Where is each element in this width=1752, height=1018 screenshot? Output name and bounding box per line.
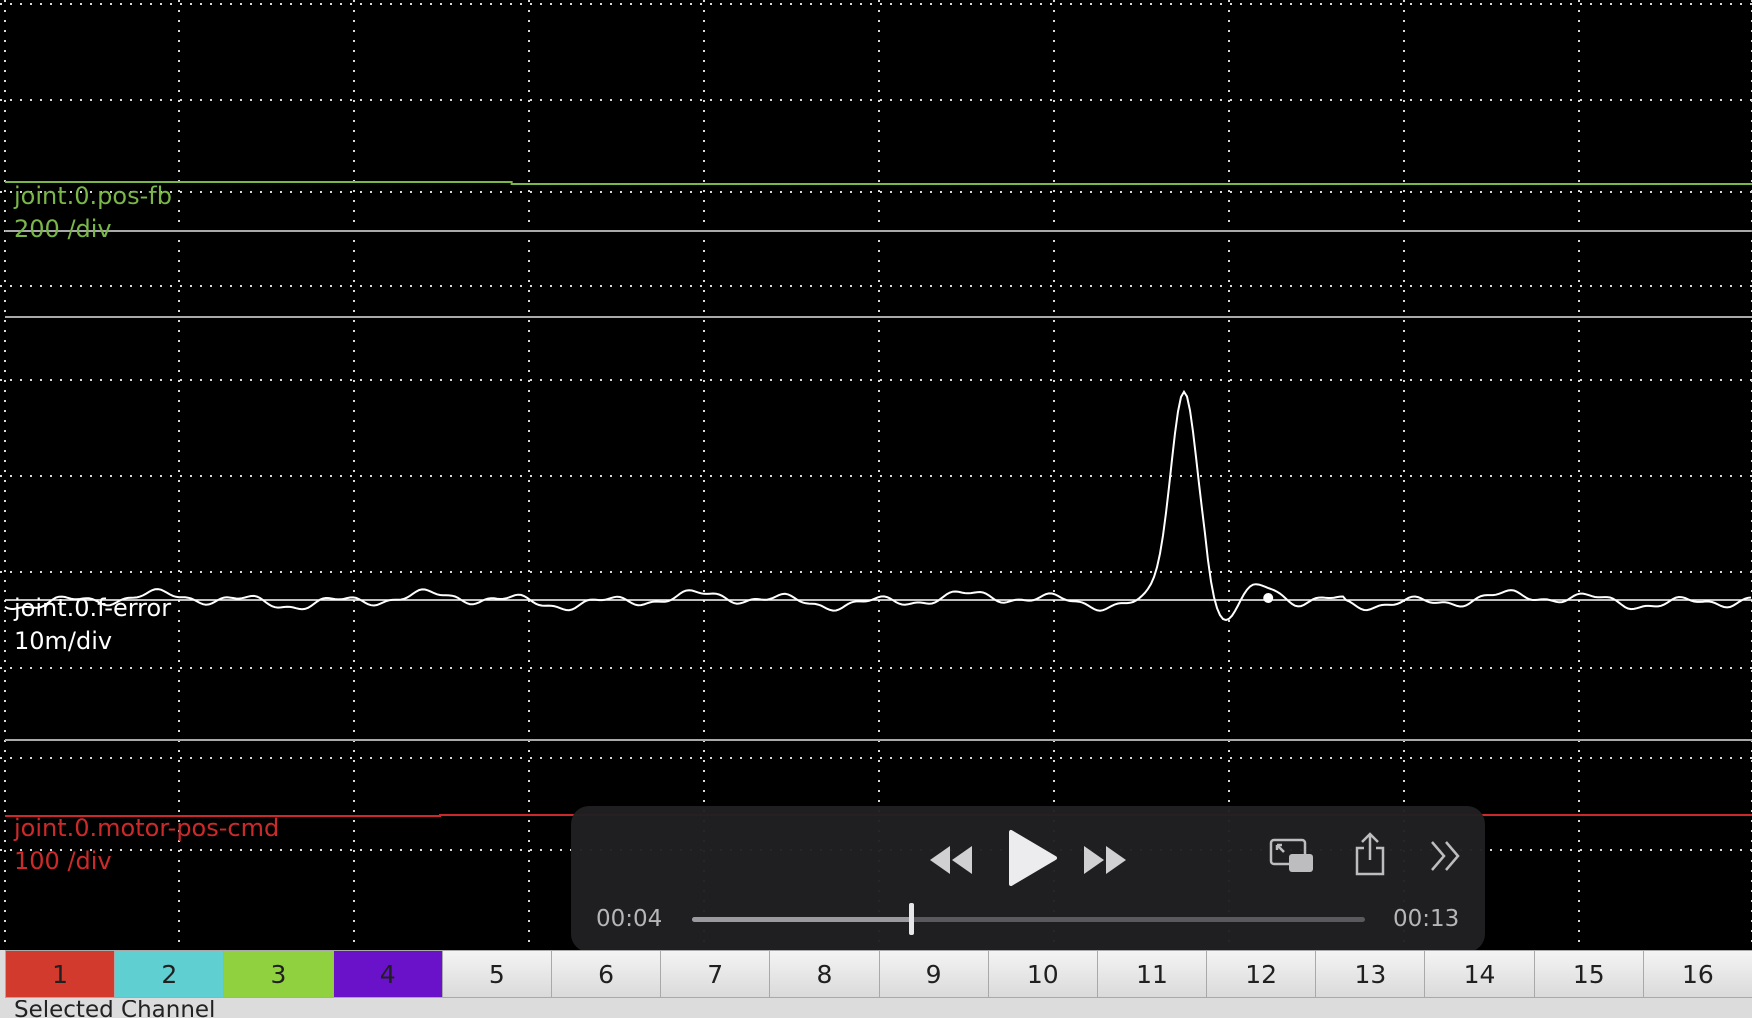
channel-button-6[interactable]: 6 <box>550 950 662 998</box>
scrubber-track[interactable] <box>692 903 1365 935</box>
scrubber-progress <box>692 917 911 922</box>
channel-button-11[interactable]: 11 <box>1096 950 1208 998</box>
share-icon[interactable] <box>1352 830 1388 882</box>
channel-button-2[interactable]: 2 <box>114 950 225 998</box>
trace-pos-fb <box>5 181 1752 185</box>
scrubber-handle[interactable] <box>908 903 914 935</box>
channel-button-4[interactable]: 4 <box>332 950 443 998</box>
bottom-panel <box>0 998 1752 1018</box>
media-player-controls: 00:04 00:13 <box>571 806 1485 952</box>
play-icon[interactable] <box>1003 826 1059 894</box>
channel-button-15[interactable]: 15 <box>1533 950 1644 998</box>
channel-button-7[interactable]: 7 <box>660 950 771 998</box>
channel-button-9[interactable]: 9 <box>878 950 989 998</box>
rewind-icon[interactable] <box>926 840 976 884</box>
current-time: 00:04 <box>596 906 663 932</box>
trace-f-error <box>4 389 1752 622</box>
channel-scale-f-error: 10m/div <box>14 627 113 655</box>
channel-scale-motor-pos-cmd: 100 /div <box>14 847 112 875</box>
fast-forward-icon[interactable] <box>1080 840 1130 884</box>
cursor-marker <box>1263 593 1274 603</box>
channel-label-motor-pos-cmd: joint.0.motor-pos-cmd 100 /div <box>14 812 279 878</box>
channel-name-f-error: joint.0.f-error <box>14 594 172 622</box>
channel-name-pos-fb: joint.0.pos-fb <box>14 182 172 210</box>
more-chevrons-icon[interactable] <box>1428 836 1464 880</box>
channel-button-10[interactable]: 10 <box>987 950 1098 998</box>
channel-button-5[interactable]: 5 <box>441 950 552 998</box>
selected-channel-label: Selected Channel <box>14 1000 216 1018</box>
channel-name-motor-pos-cmd: joint.0.motor-pos-cmd <box>14 814 280 842</box>
channel-button-1[interactable]: 1 <box>5 950 116 998</box>
channel-button-14[interactable]: 14 <box>1424 950 1535 998</box>
total-time: 00:13 <box>1393 906 1460 932</box>
channel-button-12[interactable]: 12 <box>1206 950 1317 998</box>
channel-label-f-error: joint.0.f-error 10m/div <box>14 592 171 658</box>
channel-button-3[interactable]: 3 <box>223 950 334 998</box>
channel-button-8[interactable]: 8 <box>769 950 880 998</box>
channel-selector-bar: 1 2 3 4 5 6 7 8 9 10 11 12 13 14 15 16 <box>0 950 1752 1000</box>
channel-button-13[interactable]: 13 <box>1315 950 1426 998</box>
channel-scale-pos-fb: 200 /div <box>14 215 112 243</box>
channel-button-16[interactable]: 16 <box>1642 950 1752 998</box>
channel-label-pos-fb: joint.0.pos-fb 200 /div <box>14 180 172 246</box>
picture-in-picture-icon[interactable] <box>1269 836 1315 880</box>
